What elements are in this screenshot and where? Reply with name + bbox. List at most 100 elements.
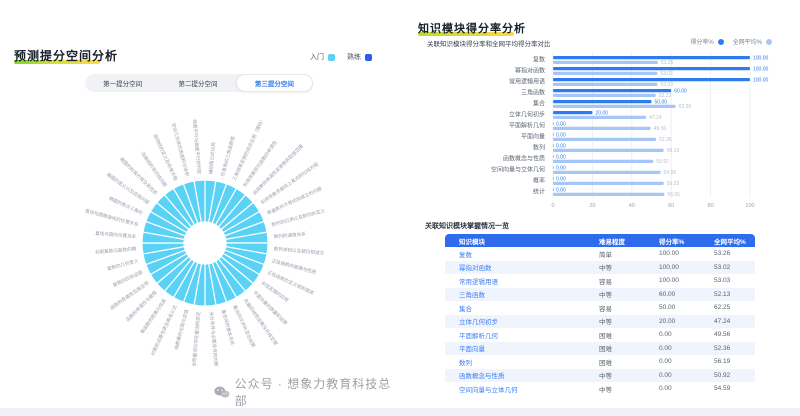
table-row: 平面解析几何困难0.0049.56 [445,328,755,342]
sunburst-label: 椭圆的标准方程及其性质 [118,156,159,197]
chart-subtitle: 关联知识模块得分率和全网平均得分率对比 [427,38,551,48]
score-rate-bar [553,155,554,158]
module-name-link[interactable]: 平面解析几何 [445,330,585,340]
x-axis-tick: 80 [708,203,714,209]
table-row: 函数概念与性质中等0.0050.92 [445,369,755,383]
x-axis-tick: 20 [589,203,595,209]
x-axis-tick: 40 [629,203,635,209]
table-cell: 53.26 [700,250,755,257]
right-panel-title: 知识模块得分率分析 [418,20,526,36]
table-cell: 中等 [585,384,645,394]
legend-label: 入门 [310,52,324,62]
module-name-link[interactable]: 常用逻辑用语 [445,276,585,286]
score-rate-value: 100.00 [753,66,769,72]
table-cell: 困难 [585,357,645,367]
score-rate-value: 0.00 [556,121,566,127]
table-cell: 47.24 [700,318,755,325]
network-average-value: 53.03 [660,82,673,88]
table-cell: 50.92 [700,372,755,379]
table-cell: 60.00 [645,291,700,298]
network-average-value: 53.02 [660,71,673,77]
network-average-bar [553,160,653,163]
score-rate-value: 0.00 [556,176,566,182]
table-row: 幂指对函数中等100.0053.02 [445,261,755,275]
legend-label: 得分率% [690,37,713,46]
score-rate-bar [553,166,554,169]
network-average-bar [553,94,656,97]
table-cell: 62.25 [700,304,755,311]
score-rate-value: 50.00 [655,99,668,105]
table-header-cell: 知识模块 [445,236,585,246]
score-rate-value: 0.00 [556,154,566,160]
sunburst-label: 复数的几何意义 [106,257,139,272]
table-cell: 100.00 [645,250,700,257]
network-average-bar [553,171,661,174]
sunburst-label: 数列求和以及错位相减法 [273,245,324,256]
table-cell: 53.02 [700,264,755,271]
score-rate-value: 100.00 [753,55,769,61]
score-rate-bar [553,133,554,136]
legend-label: 全网平均% [733,37,762,46]
module-name-link[interactable]: 立体几何初步 [445,316,585,326]
score-rate-bar [553,56,750,59]
wechat-icon [214,386,230,399]
score-rate-bar [553,144,554,147]
module-name-link[interactable]: 复数 [445,249,585,259]
legend-item-0[interactable]: 得分率% [690,37,723,46]
module-name-link[interactable]: 数列 [445,357,585,367]
network-average-bar [553,182,664,185]
network-average-bar [553,138,656,141]
table-cell: 中等 [585,370,645,380]
table-cell: 0.00 [645,385,700,392]
network-average-bar [553,105,676,108]
series-legend: 得分率% 全网平均% [690,37,772,46]
table-row: 三角函数中等60.0052.13 [445,288,755,302]
table-cell: 54.59 [700,385,755,392]
table-cell: 0.00 [645,358,700,365]
bar-category-label: 复数 [533,56,545,64]
module-name-link[interactable]: 空间向量与立体几何 [445,384,585,394]
table-cell: 49.56 [700,331,755,338]
knowledge-sunburst-chart: 辅助角公式化简任意角的三角函数值三角恒等变换的综合应用（理科）利用导数研究函数的… [0,70,400,400]
module-name-link[interactable]: 集合 [445,303,585,313]
score-rate-bar [553,111,592,114]
network-average-value: 53.26 [661,60,674,66]
score-rate-bar [553,177,554,180]
watermark: 公众号 · 想象力教育科技总部 [214,375,400,409]
bar-category-label: 幂指对函数 [515,67,545,75]
network-average-bar [553,83,657,86]
sunburst-label: 三角恒等变换的综合应用（理科） [231,116,266,181]
table-cell: 困难 [585,343,645,353]
score-rate-value: 0.00 [556,187,566,193]
table-cell: 50.00 [645,304,700,311]
score-rate-bar [553,67,750,70]
legend-item-0[interactable]: 入门 [310,52,335,62]
table-cell: 容易 [585,276,645,286]
network-average-bar [553,116,646,119]
table-caption: 关联知识模块掌握情况一览 [425,221,509,231]
table-row: 常用逻辑用语容易100.0053.03 [445,274,755,288]
module-name-link[interactable]: 平面向量 [445,343,585,353]
legend-item-1[interactable]: 熟练 [347,52,372,62]
module-score-panel: 知识模块得分率分析 关联知识模块得分率和全网平均得分率对比 得分率%全网平均% … [405,0,800,416]
network-average-bar [553,149,664,152]
legend-color-dot [328,54,335,61]
network-average-bar [553,72,657,75]
score-rate-value: 0.00 [556,132,566,138]
module-name-link[interactable]: 函数概念与性质 [445,370,585,380]
table-cell: 52.36 [700,345,755,352]
difficulty-legend: 入门 熟练 [310,52,372,62]
score-rate-bar [553,89,671,92]
module-name-link[interactable]: 三角函数 [445,289,585,299]
legend-item-1[interactable]: 全网平均% [733,37,772,46]
table-cell: 中等 [585,262,645,272]
table-row: 复数简单100.0053.26 [445,247,755,261]
left-panel-title: 预测提分空间分析 [14,47,118,64]
table-cell: 56.19 [700,358,755,365]
table-cell: 100.00 [645,277,700,284]
x-axis-tick: 60 [668,203,674,209]
legend-color-dot [718,39,724,45]
module-name-link[interactable]: 幂指对函数 [445,262,585,272]
bar-category-label: 函数概念与性质 [503,155,545,163]
bar-category-label: 常用逻辑用语 [509,78,545,86]
